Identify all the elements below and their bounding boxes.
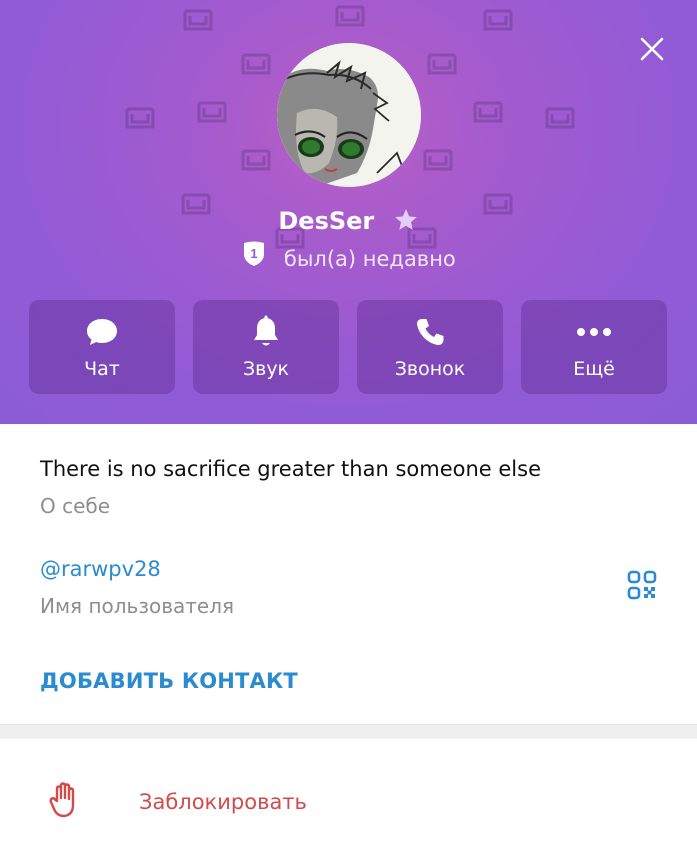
- premium-star-icon[interactable]: [393, 207, 419, 233]
- more-button-label: Ещё: [573, 358, 615, 380]
- shield-badge-number: 1: [251, 246, 258, 261]
- block-user-button[interactable]: Заблокировать: [0, 739, 697, 853]
- chat-button[interactable]: Чат: [29, 300, 175, 394]
- chat-button-label: Чат: [84, 358, 120, 380]
- call-button-label: Звонок: [394, 358, 466, 380]
- profile-header: DesSer 1 был(а) недавно Чат Звук Звонок …: [0, 0, 697, 424]
- username-caption: Имя пользователя: [40, 594, 235, 618]
- phone-icon: [417, 319, 444, 345]
- more-button[interactable]: Ещё: [521, 300, 667, 394]
- add-contact-button[interactable]: ДОБАВИТЬ КОНТАКТ: [40, 666, 298, 696]
- avatar-image: [277, 43, 421, 187]
- username-link[interactable]: @rarwpv28: [40, 554, 161, 584]
- profile-status-row: 1 был(а) недавно: [0, 241, 697, 274]
- close-icon[interactable]: [637, 34, 667, 64]
- stop-hand-icon: [49, 782, 75, 818]
- qr-code-icon[interactable]: [627, 570, 657, 600]
- bio-caption: О себе: [40, 494, 111, 518]
- bio-text: There is no sacrifice greater than someo…: [40, 457, 541, 481]
- more-dots-icon: [577, 328, 611, 336]
- shield-badge-icon: 1: [241, 240, 267, 276]
- section-divider: [0, 724, 697, 739]
- profile-status: был(а) недавно: [283, 247, 456, 271]
- profile-info: There is no sacrifice greater than someo…: [0, 424, 697, 724]
- bell-icon: [254, 315, 278, 346]
- profile-name-row: DesSer: [0, 204, 697, 238]
- sound-button-label: Звук: [242, 358, 290, 380]
- block-user-label: Заблокировать: [139, 790, 307, 814]
- avatar[interactable]: [277, 43, 421, 187]
- sound-button[interactable]: Звук: [193, 300, 339, 394]
- chat-bubble-icon: [87, 319, 117, 345]
- call-button[interactable]: Звонок: [357, 300, 503, 394]
- profile-name: DesSer: [278, 207, 375, 235]
- action-buttons: Чат Звук Звонок Ещё: [29, 300, 669, 394]
